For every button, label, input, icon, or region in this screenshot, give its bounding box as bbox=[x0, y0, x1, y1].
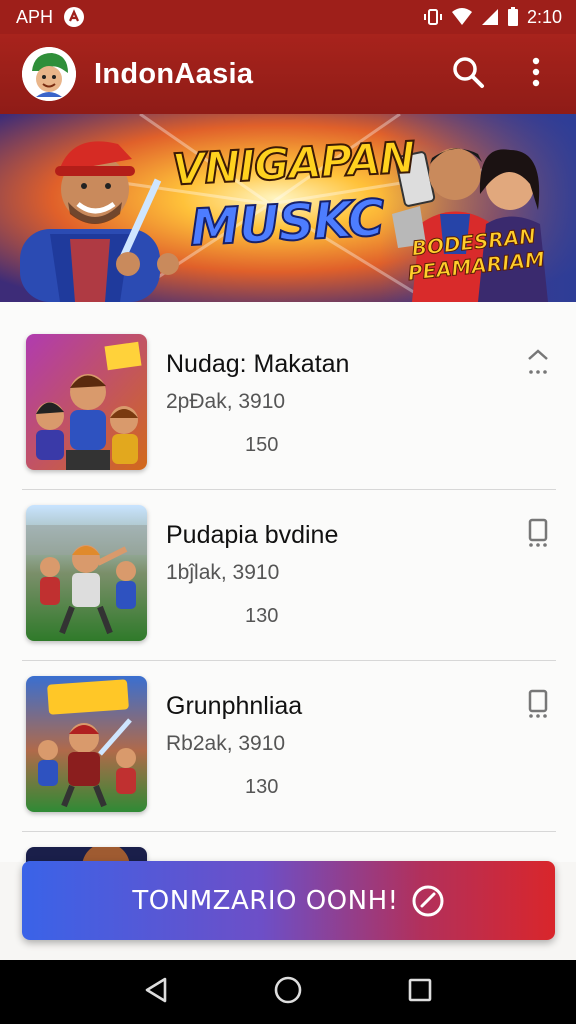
status-right: 2:10 bbox=[423, 7, 562, 28]
search-icon bbox=[451, 55, 485, 94]
carrier-label: APH bbox=[16, 6, 54, 27]
expand-button[interactable] bbox=[520, 344, 556, 384]
battery-icon bbox=[507, 7, 519, 27]
home-button[interactable] bbox=[260, 964, 316, 1020]
game-title: Pudapia bvdine bbox=[166, 521, 339, 549]
recents-icon bbox=[407, 977, 433, 1008]
status-bar: APH 2:10 bbox=[0, 0, 576, 34]
recents-button[interactable] bbox=[392, 964, 448, 1020]
game-thumbnail bbox=[26, 676, 147, 812]
bookmark-button[interactable] bbox=[520, 686, 556, 726]
game-count: 130 bbox=[245, 776, 279, 798]
game-title: Nudag: Makatan bbox=[166, 350, 350, 378]
back-button[interactable] bbox=[128, 964, 184, 1020]
avatar[interactable] bbox=[22, 47, 76, 101]
bookmark-button[interactable] bbox=[520, 515, 556, 555]
game-subtitle: 1bĵlak, 3910 bbox=[166, 561, 280, 584]
game-list-item[interactable]: Pudapia bvdine 1bĵlak, 3910 130 bbox=[0, 473, 576, 661]
status-left: APH bbox=[16, 6, 85, 28]
chevron-up-icon bbox=[526, 347, 550, 382]
game-subtitle: Rb2ak, 3910 bbox=[166, 732, 286, 755]
game-count: 130 bbox=[245, 605, 279, 627]
game-list: Nudag: Makatan 2pĐak, 3910 150 Pudapia b… bbox=[0, 302, 576, 862]
game-subtitle: 2pĐak, 3910 bbox=[166, 390, 286, 413]
primary-cta-button[interactable]: TONMZARIO OONH! bbox=[22, 861, 555, 940]
clock-label: 2:10 bbox=[526, 6, 562, 27]
back-icon bbox=[143, 976, 169, 1009]
wifi-icon bbox=[451, 8, 473, 26]
app-title: IndonAasia bbox=[94, 57, 254, 90]
game-list-item[interactable]: Grunphnliaa Rb2ak, 3910 130 bbox=[0, 644, 576, 832]
hero-banner[interactable]: VNIGAPAN MUSKC BODESRAN PEAMARIAM bbox=[0, 114, 576, 302]
vibrate-icon bbox=[423, 7, 443, 27]
check-circle-icon bbox=[411, 884, 445, 918]
search-button[interactable] bbox=[444, 50, 492, 98]
game-count: 150 bbox=[245, 434, 279, 456]
game-thumbnail bbox=[26, 847, 147, 862]
more-vert-icon bbox=[531, 57, 541, 92]
hero-title-line2: MUSKC bbox=[188, 188, 386, 258]
bookmark-icon bbox=[526, 518, 550, 553]
game-thumbnail bbox=[26, 505, 147, 641]
game-list-item[interactable]: Nudag: Makatan 2pĐak, 3910 150 bbox=[0, 302, 576, 490]
game-list-item-partial[interactable] bbox=[0, 815, 576, 862]
game-title: Grunphnliaa bbox=[166, 692, 303, 720]
game-thumbnail bbox=[26, 334, 147, 470]
signal-icon bbox=[481, 8, 499, 26]
system-nav-bar bbox=[0, 960, 576, 1024]
bookmark-icon bbox=[526, 689, 550, 724]
more-options-button[interactable] bbox=[512, 50, 560, 98]
cta-label: TONMZARIO OONH! bbox=[132, 885, 399, 916]
home-icon bbox=[273, 975, 303, 1010]
app-bar: IndonAasia bbox=[0, 34, 576, 114]
app-notification-icon bbox=[63, 6, 85, 28]
